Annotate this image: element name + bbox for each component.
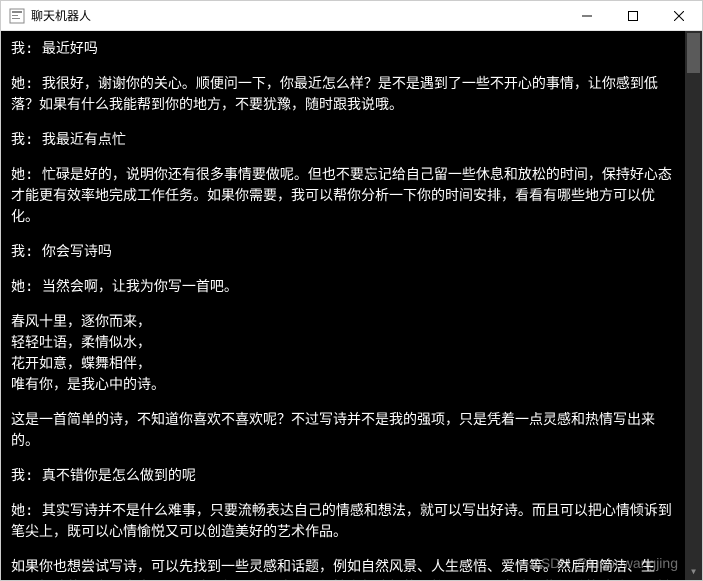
titlebar: 聊天机器人 — [1, 1, 702, 31]
separator: : — [25, 503, 42, 519]
chat-message: 我: 最近好吗 — [11, 39, 680, 60]
app-window: 聊天机器人 我: 最近好吗 她: 我很好，谢谢你的关心。顺便问一下，你最近怎么样… — [0, 0, 703, 581]
chat-message: 她: 其实写诗并不是什么难事，只要流畅表达自己的情感和想法，就可以写出好诗。而且… — [11, 501, 680, 543]
speaker-label: 她 — [11, 503, 25, 519]
separator: : — [25, 76, 42, 92]
message-text: 其实写诗并不是什么难事，只要流畅表达自己的情感和想法，就可以写出好诗。而且可以把… — [11, 503, 672, 540]
message-text: 真不错你是怎么做到的呢 — [42, 468, 196, 484]
speaker-label: 我 — [11, 468, 25, 484]
poem-followup: 这是一首简单的诗，不知道你喜欢不喜欢呢？不过写诗并不是我的强项，只是凭着一点灵感… — [11, 410, 680, 452]
separator: : — [25, 468, 42, 484]
chat-message: 她: 当然会啊，让我为你写一首吧。 — [11, 277, 680, 298]
separator: : — [25, 167, 42, 183]
message-text: 最近好吗 — [42, 41, 98, 57]
message-text: 我最近有点忙 — [42, 132, 126, 148]
separator: : — [25, 244, 42, 260]
chat-message: 我: 真不错你是怎么做到的呢 — [11, 466, 680, 487]
chat-content: 我: 最近好吗 她: 我很好，谢谢你的关心。顺便问一下，你最近怎么样？是不是遇到… — [1, 31, 702, 580]
vertical-scrollbar[interactable]: ▲ ▼ — [685, 31, 702, 580]
message-text: 你会写诗吗 — [42, 244, 112, 260]
speaker-label: 她 — [11, 279, 25, 295]
watermark: CSDN @luobowangjing — [531, 553, 678, 574]
speaker-label: 她 — [11, 76, 25, 92]
chat-inner: 我: 最近好吗 她: 我很好，谢谢你的关心。顺便问一下，你最近怎么样？是不是遇到… — [11, 39, 692, 580]
chat-message: 她: 忙碌是好的，说明你还有很多事情要做呢。但也不要忘记给自己留一些休息和放松的… — [11, 165, 680, 228]
speaker-label: 她 — [11, 167, 25, 183]
chat-message: 她: 我很好，谢谢你的关心。顺便问一下，你最近怎么样？是不是遇到了一些不开心的事… — [11, 74, 680, 116]
poem-block: 春风十里，逐你而来， 轻轻吐语，柔情似水， 花开如意，蝶舞相伴， 唯有你，是我心… — [11, 312, 680, 396]
speaker-label: 我 — [11, 132, 25, 148]
close-button[interactable] — [656, 1, 702, 30]
speaker-label: 我 — [11, 244, 25, 260]
message-text: 忙碌是好的，说明你还有很多事情要做呢。但也不要忘记给自己留一些休息和放松的时间，… — [11, 167, 672, 225]
window-title: 聊天机器人 — [31, 7, 564, 24]
minimize-button[interactable] — [564, 1, 610, 30]
maximize-button[interactable] — [610, 1, 656, 30]
speaker-label: 我 — [11, 41, 25, 57]
chat-message: 我: 你会写诗吗 — [11, 242, 680, 263]
separator: : — [25, 132, 42, 148]
separator: : — [25, 41, 42, 57]
chat-message: 我: 我最近有点忙 — [11, 130, 680, 151]
scrollbar-thumb[interactable] — [687, 33, 700, 73]
app-icon — [9, 8, 25, 24]
separator: : — [25, 279, 42, 295]
window-controls — [564, 1, 702, 30]
message-text: 我很好，谢谢你的关心。顺便问一下，你最近怎么样？是不是遇到了一些不开心的事情，让… — [11, 76, 658, 113]
scroll-down-icon[interactable]: ▼ — [685, 563, 702, 580]
message-text: 当然会啊，让我为你写一首吧。 — [42, 279, 238, 295]
